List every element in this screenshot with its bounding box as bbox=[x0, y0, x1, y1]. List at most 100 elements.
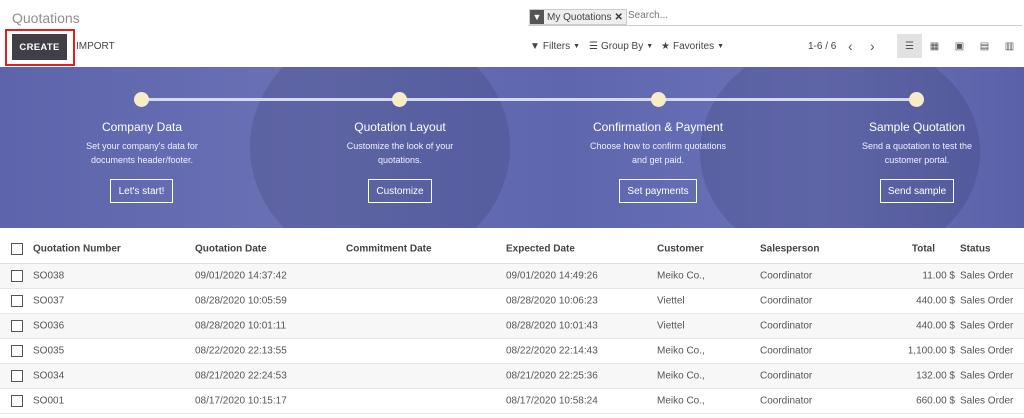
status-cell: Sales Order bbox=[960, 395, 1014, 407]
column-header-quotation-date[interactable]: Quotation Date bbox=[195, 243, 267, 254]
row-checkbox[interactable] bbox=[11, 320, 23, 332]
pivot-view-button[interactable]: ▤ bbox=[972, 34, 997, 58]
salesperson-cell: Coordinator bbox=[760, 345, 813, 357]
expected-date-cell: 08/28/2020 10:06:23 bbox=[506, 295, 598, 307]
column-header-total[interactable]: Total bbox=[912, 243, 935, 254]
salesperson-cell: Coordinator bbox=[760, 270, 813, 282]
facet-label: My Quotations bbox=[547, 11, 612, 23]
status-cell: Sales Order bbox=[960, 320, 1014, 332]
step-dot bbox=[651, 92, 666, 107]
filters-label: Filters bbox=[542, 41, 571, 52]
table-row[interactable]: SO038 09/01/2020 14:37:42 09/01/2020 14:49… bbox=[0, 264, 1024, 289]
next-page-icon[interactable]: › bbox=[870, 38, 875, 54]
remove-facet-icon[interactable]: ✕ bbox=[614, 12, 625, 23]
previous-page-icon[interactable]: ‹ bbox=[848, 38, 853, 54]
quotation-date-cell: 08/17/2020 10:15:17 bbox=[195, 395, 287, 407]
table-row[interactable]: SO037 08/28/2020 10:05:59 08/28/2020 10:06… bbox=[0, 289, 1024, 314]
quotation-date-cell: 09/01/2020 14:37:42 bbox=[195, 270, 287, 282]
column-header-number[interactable]: Quotation Number bbox=[33, 243, 121, 254]
set-payments-button[interactable]: Set payments bbox=[619, 179, 697, 203]
expected-date-cell: 09/01/2020 14:49:26 bbox=[506, 270, 598, 282]
quotation-number-cell: SO038 bbox=[33, 270, 65, 282]
column-header-commitment-date[interactable]: Commitment Date bbox=[346, 243, 432, 254]
search-facet: ▼ My Quotations ✕ bbox=[529, 9, 627, 25]
table-row[interactable]: SO001 08/17/2020 10:15:17 08/17/2020 10:58… bbox=[0, 389, 1024, 414]
step-description-line: customer portal. bbox=[884, 155, 950, 165]
send-sample-button[interactable]: Send sample bbox=[880, 179, 954, 203]
row-checkbox[interactable] bbox=[11, 395, 23, 407]
calendar-view-button[interactable]: ▣ bbox=[947, 34, 972, 58]
column-header-salesperson[interactable]: Salesperson bbox=[760, 243, 819, 254]
graph-view-button[interactable]: ▥ bbox=[997, 34, 1022, 58]
customer-cell: Viettel bbox=[657, 320, 685, 332]
star-icon: ★ bbox=[661, 41, 670, 52]
customer-cell: Meiko Co., bbox=[657, 345, 705, 357]
customer-cell: Viettel bbox=[657, 295, 685, 307]
customize-button[interactable]: Customize bbox=[368, 179, 432, 203]
step-title: Sample Quotation bbox=[868, 120, 966, 134]
list-view-button[interactable]: ☰ bbox=[897, 34, 922, 58]
progress-line bbox=[141, 98, 917, 101]
step-title: Quotation Layout bbox=[354, 120, 446, 134]
step-description: Set your company's data for documents he… bbox=[32, 139, 252, 167]
expected-date-cell: 08/28/2020 10:01:43 bbox=[506, 320, 598, 332]
total-cell: 660.00 $ bbox=[916, 395, 955, 407]
status-cell: Sales Order bbox=[960, 370, 1014, 382]
row-checkbox[interactable] bbox=[11, 370, 23, 382]
row-checkbox[interactable] bbox=[11, 345, 23, 357]
expected-date-cell: 08/22/2020 22:14:43 bbox=[506, 345, 598, 357]
caret-down-icon: ▼ bbox=[573, 43, 581, 50]
table-header: Quotation Number Quotation Date Commitme… bbox=[0, 234, 1024, 264]
table-body: SO038 09/01/2020 14:37:42 09/01/2020 14:49… bbox=[0, 264, 1024, 414]
total-cell: 440.00 $ bbox=[916, 295, 955, 307]
filter-icon: ▼ bbox=[530, 41, 540, 52]
quotations-table: Quotation Number Quotation Date Commitme… bbox=[0, 234, 1024, 414]
step-description-line: Customize the look of your bbox=[346, 141, 454, 151]
select-all-checkbox[interactable] bbox=[11, 242, 23, 255]
step-title: Confirmation & Payment bbox=[592, 120, 724, 134]
step-description-line: documents header/footer. bbox=[90, 155, 194, 165]
step-description-line: Choose how to confirm quotations bbox=[589, 141, 727, 151]
customer-cell: Meiko Co., bbox=[657, 270, 705, 282]
step-description-line: Send a quotation to test the bbox=[861, 141, 973, 151]
search-input[interactable] bbox=[628, 10, 928, 21]
table-row[interactable]: SO035 08/22/2020 22:13:55 08/22/2020 22:14… bbox=[0, 339, 1024, 364]
status-cell: Sales Order bbox=[960, 270, 1014, 282]
column-header-customer[interactable]: Customer bbox=[657, 243, 704, 254]
search-bar[interactable]: ▼ My Quotations ✕ bbox=[528, 8, 1022, 26]
expected-date-cell: 08/21/2020 22:25:36 bbox=[506, 370, 598, 382]
quotation-number-cell: SO001 bbox=[33, 395, 65, 407]
step-dot bbox=[392, 92, 407, 107]
table-row[interactable]: SO036 08/28/2020 10:01:11 08/28/2020 10:01… bbox=[0, 314, 1024, 339]
customer-cell: Meiko Co., bbox=[657, 395, 705, 407]
salesperson-cell: Coordinator bbox=[760, 295, 813, 307]
table-row[interactable]: SO034 08/21/2020 22:24:53 08/21/2020 22:25… bbox=[0, 364, 1024, 389]
caret-down-icon: ▼ bbox=[646, 43, 654, 50]
kanban-view-button[interactable]: ▦ bbox=[922, 34, 947, 58]
filters-dropdown[interactable]: ▼ Filters ▼ bbox=[530, 41, 580, 52]
import-button[interactable]: IMPORT bbox=[76, 41, 115, 52]
row-checkbox[interactable] bbox=[11, 295, 23, 307]
quotation-number-cell: SO037 bbox=[33, 295, 65, 307]
step-description: Send a quotation to test the customer po… bbox=[807, 139, 1024, 167]
quotation-number-cell: SO034 bbox=[33, 370, 65, 382]
lets-start-button[interactable]: Let's start! bbox=[110, 179, 173, 203]
groupby-dropdown[interactable]: ☰ Group By ▼ bbox=[589, 41, 653, 52]
status-cell: Sales Order bbox=[960, 295, 1014, 307]
step-description: Choose how to confirm quotations and get… bbox=[548, 139, 768, 167]
pager-value[interactable]: 1-6 / 6 bbox=[808, 41, 836, 52]
customer-cell: Meiko Co., bbox=[657, 370, 705, 382]
expected-date-cell: 08/17/2020 10:58:24 bbox=[506, 395, 598, 407]
step-description-line: quotations. bbox=[377, 155, 423, 165]
favorites-dropdown[interactable]: ★ Favorites ▼ bbox=[661, 41, 724, 52]
step-description-line: Set your company's data for bbox=[86, 141, 198, 151]
groupby-label: Group By bbox=[600, 41, 644, 52]
favorites-label: Favorites bbox=[672, 41, 715, 52]
step-dot bbox=[909, 92, 924, 107]
row-checkbox[interactable] bbox=[11, 270, 23, 282]
create-button[interactable]: CREATE bbox=[12, 34, 67, 60]
column-header-expected-date[interactable]: Expected Date bbox=[506, 243, 575, 254]
quotation-date-cell: 08/28/2020 10:01:11 bbox=[195, 320, 287, 332]
quotation-number-cell: SO036 bbox=[33, 320, 65, 332]
column-header-status[interactable]: Status bbox=[960, 243, 991, 254]
